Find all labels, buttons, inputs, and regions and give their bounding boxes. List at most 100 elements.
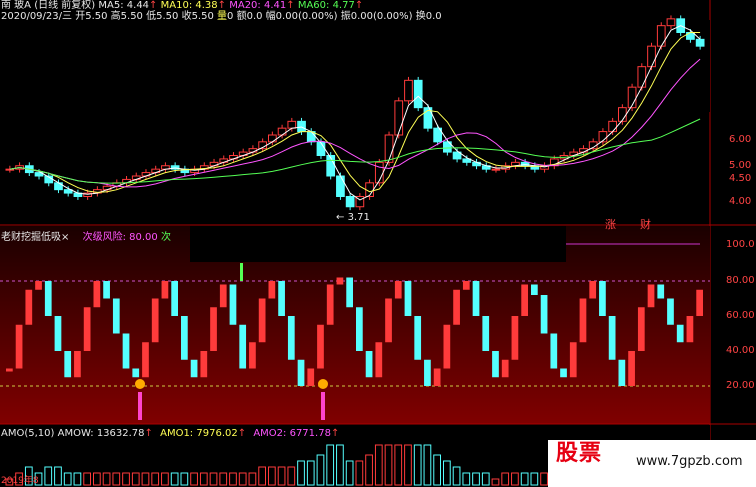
close-label: 收 — [181, 11, 192, 22]
amow-value: 13632.78 — [96, 428, 145, 439]
ma20-value: 4.41 — [263, 0, 287, 11]
amount-value: 0.0 — [246, 11, 263, 22]
indicator-close-icon[interactable]: × — [61, 232, 69, 243]
turnover-label: 换 — [415, 11, 426, 22]
oscillator-bar — [35, 281, 42, 290]
amp-label: 振 — [340, 11, 351, 22]
header-line-2: 2020/09/23/三 开5.50 高5.50 低5.50 收5.50 量0 … — [1, 11, 442, 23]
oscillator-bar — [307, 368, 315, 386]
stock-name: 南 玻A — [1, 0, 32, 11]
ma5-arrow-icon: ↑ — [149, 0, 158, 11]
candle-body — [287, 120, 297, 129]
oscillator-bar — [492, 351, 499, 378]
indicator-panel[interactable] — [0, 226, 756, 425]
ind-tick-20: 20.00 — [726, 380, 755, 391]
candle-body — [268, 134, 277, 143]
oscillator-bar — [550, 333, 558, 369]
candle-body — [695, 38, 705, 47]
range-value: 0.00(0.00%) — [275, 11, 338, 22]
oscillator-bar — [579, 298, 587, 343]
ma10-label: MA10: — [160, 0, 193, 11]
turnover-value: 0.0 — [425, 11, 442, 22]
oscillator-bar — [54, 316, 62, 351]
oscillator-bar — [453, 289, 460, 325]
volume-label: 量 — [217, 11, 228, 22]
oscillator-bar — [365, 351, 373, 378]
candle-body — [336, 175, 345, 197]
oscillator-bar — [15, 324, 23, 369]
amo2-value: 6771.78 — [289, 428, 331, 439]
oscillator-bar — [112, 298, 120, 334]
oscillator-bar — [278, 281, 285, 316]
oscillator-bar — [667, 298, 674, 325]
oscillator-bar — [249, 342, 256, 369]
oscillator-bar — [287, 316, 295, 360]
oscillator-bar — [336, 277, 344, 285]
indicator-header: 老财挖掘低吸× 次级风险: 80.00 次 — [1, 232, 171, 244]
ma60-arrow-icon: ↑ — [354, 0, 364, 11]
amp-value: 0.00(0.00%) — [350, 11, 413, 22]
oscillator-bar — [171, 281, 178, 316]
oscillator-bar — [618, 359, 626, 386]
oscillator-bar — [297, 359, 305, 386]
amount-label: 额 — [236, 11, 247, 22]
candle-body — [637, 66, 647, 88]
oscillator-bar — [462, 281, 470, 290]
amo1-value: 7976.02 — [196, 428, 238, 439]
oscillator-bar — [74, 351, 81, 378]
candle-body — [608, 120, 617, 133]
oscillator-bar — [696, 289, 703, 316]
oscillator-bar — [599, 281, 606, 316]
ma60-label: MA60: — [297, 0, 330, 11]
ma10-arrow-icon: ↑ — [217, 0, 227, 11]
ma20-label: MA20: — [229, 0, 261, 11]
oscillator-bar — [511, 316, 519, 360]
quote-date: 2020/09/23/三 — [1, 11, 73, 22]
open-value: 5.50 — [85, 11, 108, 22]
oscillator-bar — [628, 351, 635, 386]
oscillator-bar — [657, 284, 665, 299]
candle-body — [404, 79, 413, 102]
low-marker: ← 3.71 — [336, 212, 370, 223]
low-marker-value: 3.71 — [347, 212, 370, 223]
candle-body — [647, 45, 656, 68]
indicator-name[interactable]: 老财挖掘低吸 — [1, 232, 61, 243]
oscillator-bar — [268, 281, 276, 299]
ma60-value: 4.77 — [332, 0, 355, 11]
volume-header: AMO(5,10) AMOW: 13632.78↑ AMO1: 7976.02↑… — [1, 428, 339, 440]
ind-tick-40: 40.00 — [726, 345, 755, 356]
price-tick-4: 4.00 — [729, 196, 752, 207]
open-label: 开 — [75, 11, 86, 22]
oscillator-bar — [686, 316, 694, 343]
amow-label: AMOW: — [57, 428, 94, 439]
oscillator-bar — [200, 351, 208, 378]
oscillator-bar — [414, 316, 422, 360]
oscillator-bar — [356, 307, 363, 351]
indicator-overlay — [190, 226, 566, 262]
oscillator-bar — [229, 284, 237, 325]
oscillator-bar — [103, 281, 110, 299]
ma10-value: 4.38 — [195, 0, 218, 11]
candle-body — [277, 127, 287, 136]
period-label: (日线 前复权) — [34, 0, 96, 11]
oscillator-bar — [375, 342, 383, 378]
high-label: 高 — [110, 11, 121, 22]
oscillator-bar — [239, 324, 247, 369]
oscillator-bar — [132, 368, 140, 378]
amo1-arrow-icon: ↑ — [237, 428, 247, 439]
ma5-value: 4.44 — [126, 0, 150, 11]
candle-body — [618, 107, 627, 122]
oscillator-bar — [122, 333, 130, 369]
oscillator-bar — [540, 295, 548, 334]
amo-label[interactable]: AMO(5,10) — [1, 428, 54, 439]
oscillator-bar — [560, 368, 567, 378]
price-tick-1: 6.00 — [729, 134, 752, 145]
ind-tick-60: 60.00 — [726, 310, 755, 321]
candle-body — [491, 168, 501, 171]
price-tick-2: 5.00 — [729, 160, 752, 171]
oscillator-bar — [161, 281, 169, 299]
top-right-label-1: 涨 — [605, 218, 616, 231]
oscillator-bar — [676, 324, 684, 343]
range-label: 幅 — [265, 11, 276, 22]
date-axis-label: 2019年8 — [1, 476, 39, 486]
